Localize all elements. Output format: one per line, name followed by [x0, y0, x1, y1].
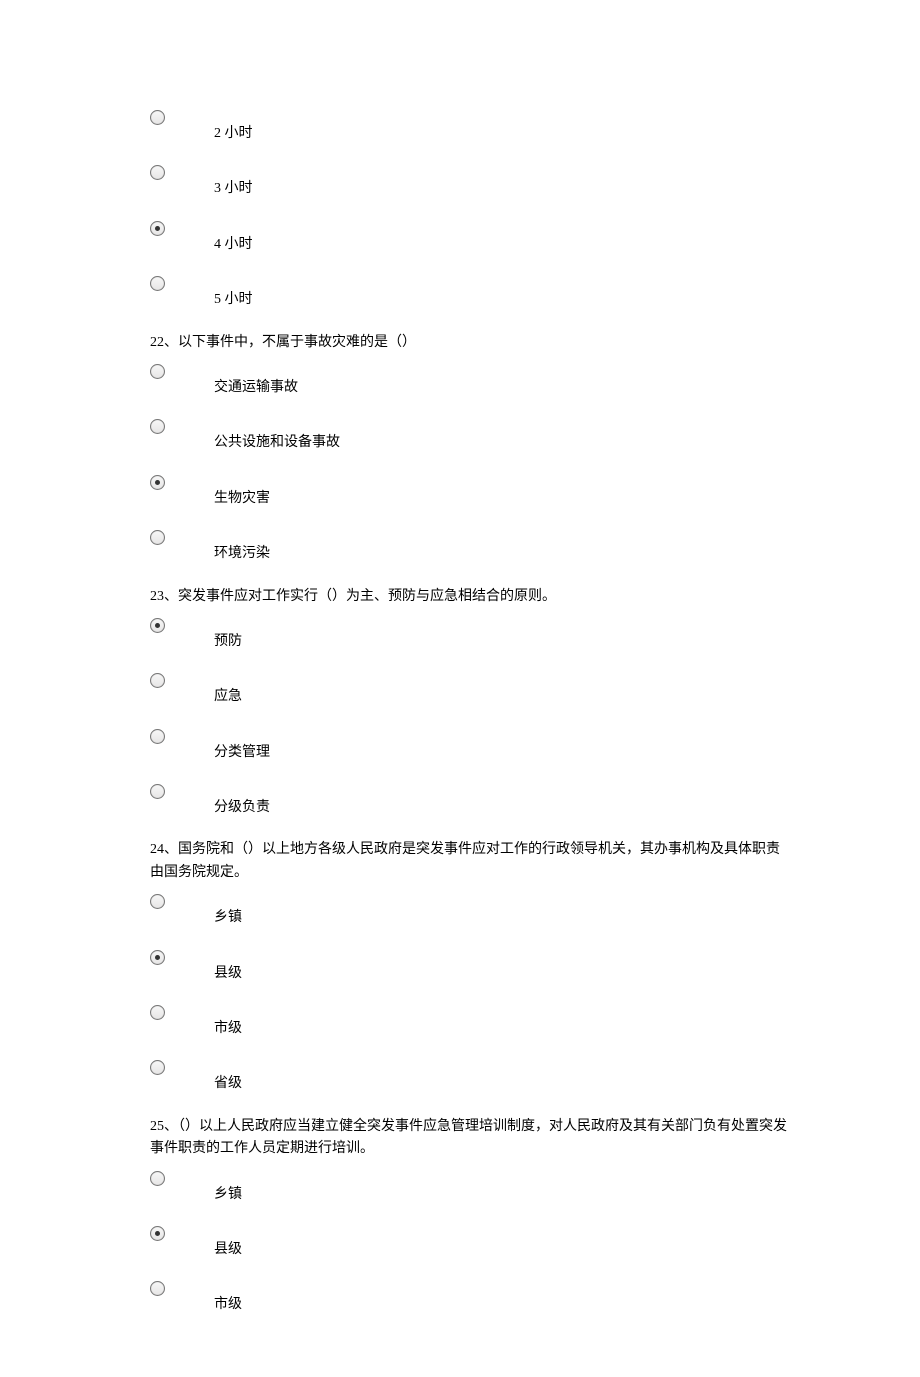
radio-cell [150, 950, 214, 965]
question-block-q21: 2 小时 3 小时 4 小时 5 小时 [150, 110, 790, 312]
radio-dot-icon [155, 226, 160, 231]
option-row: 公共设施和设备事故 [150, 419, 790, 454]
option-label: 5 小时 [214, 276, 253, 311]
option-row: 3 小时 [150, 165, 790, 200]
radio-cell [150, 276, 214, 291]
option-row: 应急 [150, 673, 790, 708]
option-label: 应急 [214, 673, 242, 708]
radio-cell [150, 165, 214, 180]
radio-button[interactable] [150, 673, 165, 688]
question-block-q23: 23、突发事件应对工作实行（）为主、预防与应急相结合的原则。预防应急分类管理分级… [150, 586, 790, 820]
option-row: 市级 [150, 1281, 790, 1316]
option-label: 县级 [214, 950, 242, 985]
option-row: 乡镇 [150, 1171, 790, 1206]
radio-button[interactable] [150, 1226, 165, 1241]
option-label: 分类管理 [214, 729, 270, 764]
radio-cell [150, 784, 214, 799]
option-label: 分级负责 [214, 784, 270, 819]
radio-button[interactable] [150, 1005, 165, 1020]
radio-cell [150, 530, 214, 545]
radio-cell [150, 618, 214, 633]
option-label: 交通运输事故 [214, 364, 298, 399]
radio-dot-icon [155, 1231, 160, 1236]
option-label: 县级 [214, 1226, 242, 1261]
radio-button[interactable] [150, 950, 165, 965]
radio-dot-icon [155, 623, 160, 628]
radio-dot-icon [155, 955, 160, 960]
radio-cell [150, 110, 214, 125]
option-row: 县级 [150, 950, 790, 985]
option-row: 生物灾害 [150, 475, 790, 510]
question-block-q24: 24、国务院和（）以上地方各级人民政府是突发事件应对工作的行政领导机关，其办事机… [150, 839, 790, 1095]
radio-cell [150, 1281, 214, 1296]
radio-button[interactable] [150, 276, 165, 291]
option-row: 预防 [150, 618, 790, 653]
question-text: 23、突发事件应对工作实行（）为主、预防与应急相结合的原则。 [150, 586, 790, 608]
option-row: 分级负责 [150, 784, 790, 819]
option-label: 市级 [214, 1005, 242, 1040]
option-label: 市级 [214, 1281, 242, 1316]
radio-button[interactable] [150, 1060, 165, 1075]
option-row: 分类管理 [150, 729, 790, 764]
option-row: 乡镇 [150, 894, 790, 929]
radio-cell [150, 1060, 214, 1075]
option-label: 生物灾害 [214, 475, 270, 510]
radio-cell [150, 419, 214, 434]
radio-cell [150, 673, 214, 688]
radio-button[interactable] [150, 1171, 165, 1186]
radio-button[interactable] [150, 364, 165, 379]
questions-container: 2 小时 3 小时 4 小时 5 小时 22、以下事件中，不属于事故灾难的是（） 交通运输… [150, 110, 790, 1317]
option-row: 交通运输事故 [150, 364, 790, 399]
option-label: 省级 [214, 1060, 242, 1095]
option-label: 4 小时 [214, 221, 253, 256]
option-label: 预防 [214, 618, 242, 653]
radio-button[interactable] [150, 221, 165, 236]
option-label: 公共设施和设备事故 [214, 419, 340, 454]
radio-cell [150, 221, 214, 236]
radio-button[interactable] [150, 530, 165, 545]
option-label: 乡镇 [214, 894, 242, 929]
question-text: 22、以下事件中，不属于事故灾难的是（） [150, 332, 790, 354]
option-row: 2 小时 [150, 110, 790, 145]
radio-cell [150, 1171, 214, 1186]
radio-button[interactable] [150, 1281, 165, 1296]
radio-button[interactable] [150, 729, 165, 744]
question-text: 25、（）以上人民政府应当建立健全突发事件应急管理培训制度，对人民政府及其有关部… [150, 1116, 790, 1161]
radio-cell [150, 1005, 214, 1020]
radio-button[interactable] [150, 419, 165, 434]
radio-cell [150, 475, 214, 490]
option-row: 环境污染 [150, 530, 790, 565]
radio-cell [150, 364, 214, 379]
option-row: 5 小时 [150, 276, 790, 311]
option-row: 省级 [150, 1060, 790, 1095]
radio-button[interactable] [150, 110, 165, 125]
question-text: 24、国务院和（）以上地方各级人民政府是突发事件应对工作的行政领导机关，其办事机… [150, 839, 790, 884]
option-label: 乡镇 [214, 1171, 242, 1206]
radio-cell [150, 1226, 214, 1241]
radio-button[interactable] [150, 165, 165, 180]
option-row: 4 小时 [150, 221, 790, 256]
radio-dot-icon [155, 480, 160, 485]
radio-cell [150, 894, 214, 909]
radio-button[interactable] [150, 475, 165, 490]
radio-button[interactable] [150, 784, 165, 799]
radio-button[interactable] [150, 618, 165, 633]
question-block-q22: 22、以下事件中，不属于事故灾难的是（） 交通运输事故公共设施和设备事故生物灾害环… [150, 332, 790, 566]
option-label: 环境污染 [214, 530, 270, 565]
option-row: 县级 [150, 1226, 790, 1261]
radio-button[interactable] [150, 894, 165, 909]
option-label: 3 小时 [214, 165, 253, 200]
option-row: 市级 [150, 1005, 790, 1040]
question-block-q25: 25、（）以上人民政府应当建立健全突发事件应急管理培训制度，对人民政府及其有关部… [150, 1116, 790, 1317]
radio-cell [150, 729, 214, 744]
option-label: 2 小时 [214, 110, 253, 145]
